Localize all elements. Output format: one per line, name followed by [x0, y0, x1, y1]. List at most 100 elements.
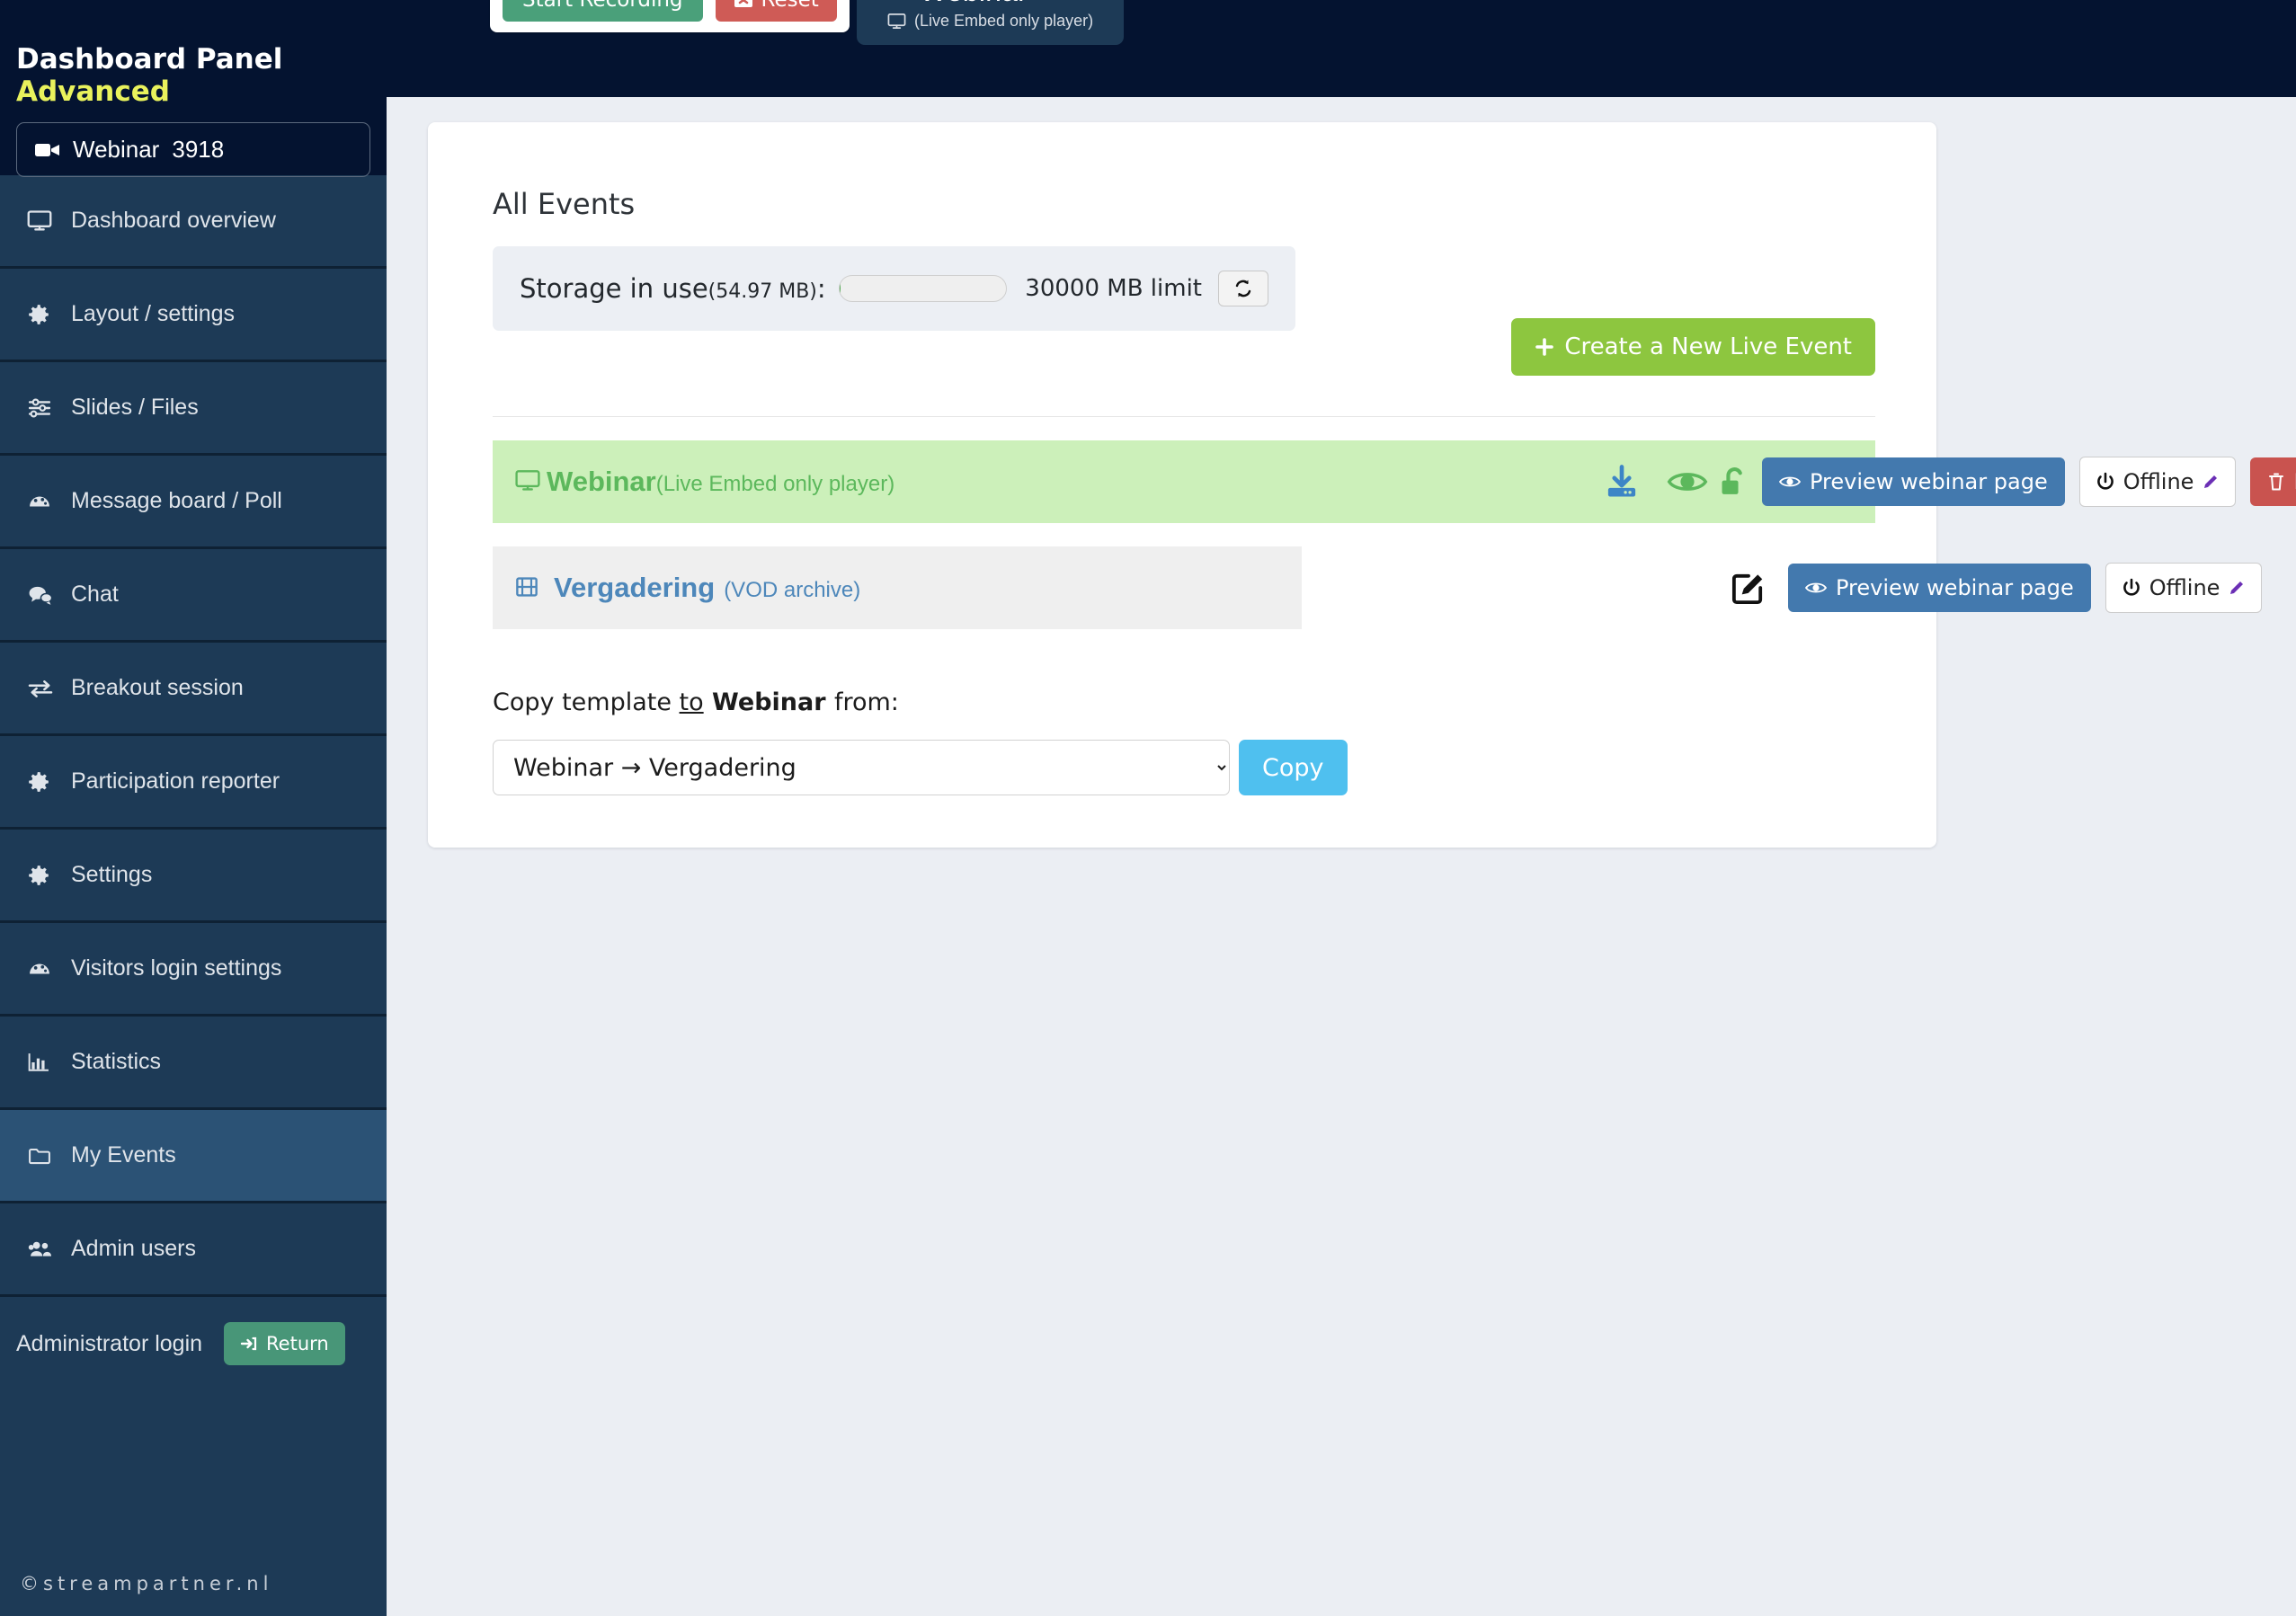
event-actions: Preview webinar page Offline [1602, 457, 2296, 507]
lock-toggle-button[interactable] [1717, 466, 1749, 498]
sidebar-item-label: My Events [71, 1142, 176, 1168]
event-type: (VOD archive) [724, 578, 861, 602]
copy-label-suffix: from: [833, 688, 899, 716]
sidebar-item-label: Participation reporter [71, 768, 280, 794]
sidebar-item-settings[interactable]: Settings [0, 830, 387, 923]
poll-icon [27, 958, 58, 980]
sidebar-webinar-chip[interactable]: Webinar 3918 [16, 122, 370, 177]
offline-status-button[interactable]: Offline [2105, 563, 2263, 613]
refresh-icon [1233, 278, 1254, 299]
sidebar-item-slides-files[interactable]: Slides / Files [0, 362, 387, 456]
poll-icon [27, 491, 58, 512]
unlock-icon [1717, 466, 1749, 498]
offline-status-label: Offline [2122, 469, 2194, 494]
all-events-heading: All Events [493, 187, 636, 221]
offline-status-label: Offline [2149, 575, 2220, 600]
storage-used-value: (54.97 MB) [707, 280, 817, 303]
storage-colon: : [816, 273, 826, 304]
sidebar-item-label: Dashboard overview [71, 208, 276, 233]
sign-in-icon [240, 1335, 258, 1353]
power-icon [2096, 472, 2115, 492]
return-button[interactable]: Return [224, 1322, 345, 1365]
create-button-label: Create a New Live Event [1564, 333, 1852, 360]
event-name-group: Vergadering (VOD archive) [514, 572, 860, 604]
edit-button[interactable] [1729, 568, 1768, 608]
copy-label-target: Webinar [703, 688, 834, 716]
sidebar-item-label: Statistics [71, 1049, 162, 1074]
event-name-group: Webinar (Live Embed only player) [514, 466, 894, 498]
sidebar-item-message-board-poll[interactable]: Message board / Poll [0, 456, 387, 549]
table-row[interactable]: Webinar (Live Embed only player) Preview… [493, 440, 2296, 523]
sidebar-item-label: Settings [71, 862, 153, 887]
download-button[interactable] [1602, 462, 1642, 502]
page-title: Dashboard Panel Advanced [0, 0, 387, 108]
sidebar-webinar-name: Webinar [73, 136, 160, 163]
sidebar-item-my-events[interactable]: My Events [0, 1110, 387, 1203]
sidebar-item-visitors-login-settings[interactable]: Visitors login settings [0, 923, 387, 1017]
administrator-login-label: Administrator login [16, 1330, 203, 1356]
sidebar-item-label: Message board / Poll [71, 488, 282, 513]
chat-icon [27, 584, 58, 606]
event-name: Webinar [547, 466, 656, 497]
copy-label-to: to [679, 688, 704, 716]
offline-status-button[interactable]: Offline [2078, 457, 2237, 507]
eye-icon [1805, 580, 1827, 596]
sidebar-item-layout-settings[interactable]: Layout / settings [0, 269, 387, 362]
section-divider [493, 416, 1875, 417]
pencil-icon [2202, 473, 2220, 491]
visibility-button[interactable] [1667, 466, 1708, 497]
sidebar-item-breakout-session[interactable]: Breakout session [0, 643, 387, 736]
power-icon [2122, 578, 2141, 598]
preview-button-label: Preview webinar page [1836, 575, 2074, 600]
video-camera-icon [35, 141, 60, 159]
users-icon [27, 1239, 58, 1260]
bar-chart-icon [27, 1052, 58, 1073]
current-webinar-subtitle-row: (Live Embed only player) [887, 12, 1093, 31]
sidebar-item-admin-users[interactable]: Admin users [0, 1203, 387, 1297]
refresh-storage-button[interactable] [1218, 271, 1268, 306]
preview-webinar-page-button[interactable]: Preview webinar page [1762, 457, 2065, 506]
main-content: All Events Storage in use(54.97 MB): 300… [387, 97, 2296, 1616]
sidebar: Dashboard Panel Advanced Webinar 3918 Da… [0, 0, 387, 1616]
current-webinar-name: Webinar [920, 0, 1028, 8]
copy-template-section: Copy template to Webinar from: Webinar →… [493, 688, 1875, 795]
recording-control-panel: Start Recording Reset [490, 0, 850, 32]
sidebar-item-label: Admin users [71, 1236, 196, 1261]
delete-button[interactable]: Delete [2250, 457, 2296, 506]
current-webinar-panel[interactable]: Webinar (Live Embed only player) [857, 0, 1125, 45]
eye-icon [1667, 466, 1708, 497]
return-button-label: Return [266, 1333, 329, 1354]
events-card: All Events Storage in use(54.97 MB): 300… [428, 122, 2296, 848]
sidebar-item-dashboard-overview[interactable]: Dashboard overview [0, 175, 387, 269]
preview-button-label: Preview webinar page [1810, 469, 2048, 494]
sidebar-item-label: Chat [71, 582, 119, 607]
administrator-login-row: Administrator login Return [0, 1297, 387, 1390]
edit-square-icon [1729, 568, 1768, 608]
pencil-icon [2228, 579, 2246, 597]
preview-webinar-page-button[interactable]: Preview webinar page [1788, 564, 2091, 612]
sidebar-item-label: Layout / settings [71, 301, 236, 326]
eye-icon [1779, 474, 1801, 490]
copy-button[interactable]: Copy [1239, 740, 1348, 795]
sidebar-item-label: Visitors login settings [71, 955, 282, 981]
sidebar-item-chat[interactable]: Chat [0, 549, 387, 643]
sidebar-item-statistics[interactable]: Statistics [0, 1017, 387, 1110]
start-recording-button[interactable]: Start Recording [503, 0, 703, 22]
plus-icon [1535, 337, 1554, 357]
storage-label: Storage in use(54.97 MB): [520, 273, 826, 304]
reset-button-label: Reset [761, 0, 819, 12]
sidebar-item-participation-reporter[interactable]: Participation reporter [0, 736, 387, 830]
storage-in-use-box: Storage in use(54.97 MB): 30000 MB limit [493, 246, 1295, 331]
event-type: (Live Embed only player) [655, 472, 895, 496]
film-icon [514, 575, 539, 599]
event-actions: Preview webinar page Offline [1729, 563, 2263, 613]
table-row[interactable]: Vergadering (VOD archive) Preview webina… [493, 546, 2263, 629]
storage-limit-label: 30000 MB limit [1025, 275, 1202, 302]
folder-icon [27, 1145, 58, 1167]
gear-icon [27, 770, 58, 794]
desktop-icon [27, 209, 58, 233]
reset-button[interactable]: Reset [715, 0, 837, 22]
storage-progress-bar [838, 275, 1008, 302]
create-new-live-event-button[interactable]: Create a New Live Event [1511, 318, 1875, 376]
copy-template-select[interactable]: Webinar → Vergadering [493, 740, 1230, 795]
